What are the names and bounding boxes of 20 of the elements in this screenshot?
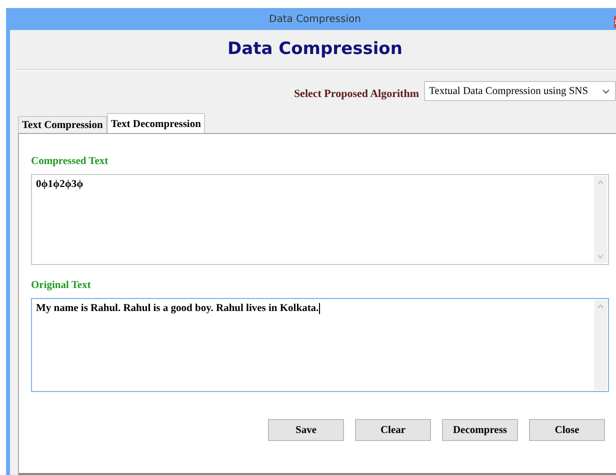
scrollbar[interactable] — [594, 300, 607, 390]
action-button[interactable]: Close — [529, 419, 605, 441]
scroll-down-icon[interactable] — [597, 254, 604, 259]
action-button[interactable]: Clear — [355, 419, 431, 441]
chevron-down-icon — [602, 88, 610, 94]
window-title: Data Compression — [269, 14, 361, 24]
heading: Data Compression — [228, 38, 402, 60]
algorithm-label: Select Proposed Algorithm — [294, 88, 419, 100]
text-area[interactable]: My name is Rahul. Rahul is a good boy. Rahul lives in Kolkata. — [31, 298, 609, 392]
action-button[interactable]: Decompress — [442, 419, 518, 441]
algorithm-dropdown[interactable]: Textual Data Compression using SNS — [424, 81, 616, 101]
tab[interactable]: Text Decompression — [106, 113, 205, 133]
scrollbar[interactable] — [594, 176, 607, 263]
field-label: Compressed Text — [31, 156, 110, 169]
tab[interactable]: Text Compression — [18, 116, 107, 133]
text-area[interactable]: 0ϕ1ϕ2ϕ3ϕ — [31, 174, 609, 265]
scroll-up-icon[interactable] — [597, 180, 604, 185]
field-label: Original Text — [31, 280, 92, 293]
scroll-up-icon[interactable] — [597, 304, 604, 309]
action-button[interactable]: Save — [268, 419, 344, 441]
